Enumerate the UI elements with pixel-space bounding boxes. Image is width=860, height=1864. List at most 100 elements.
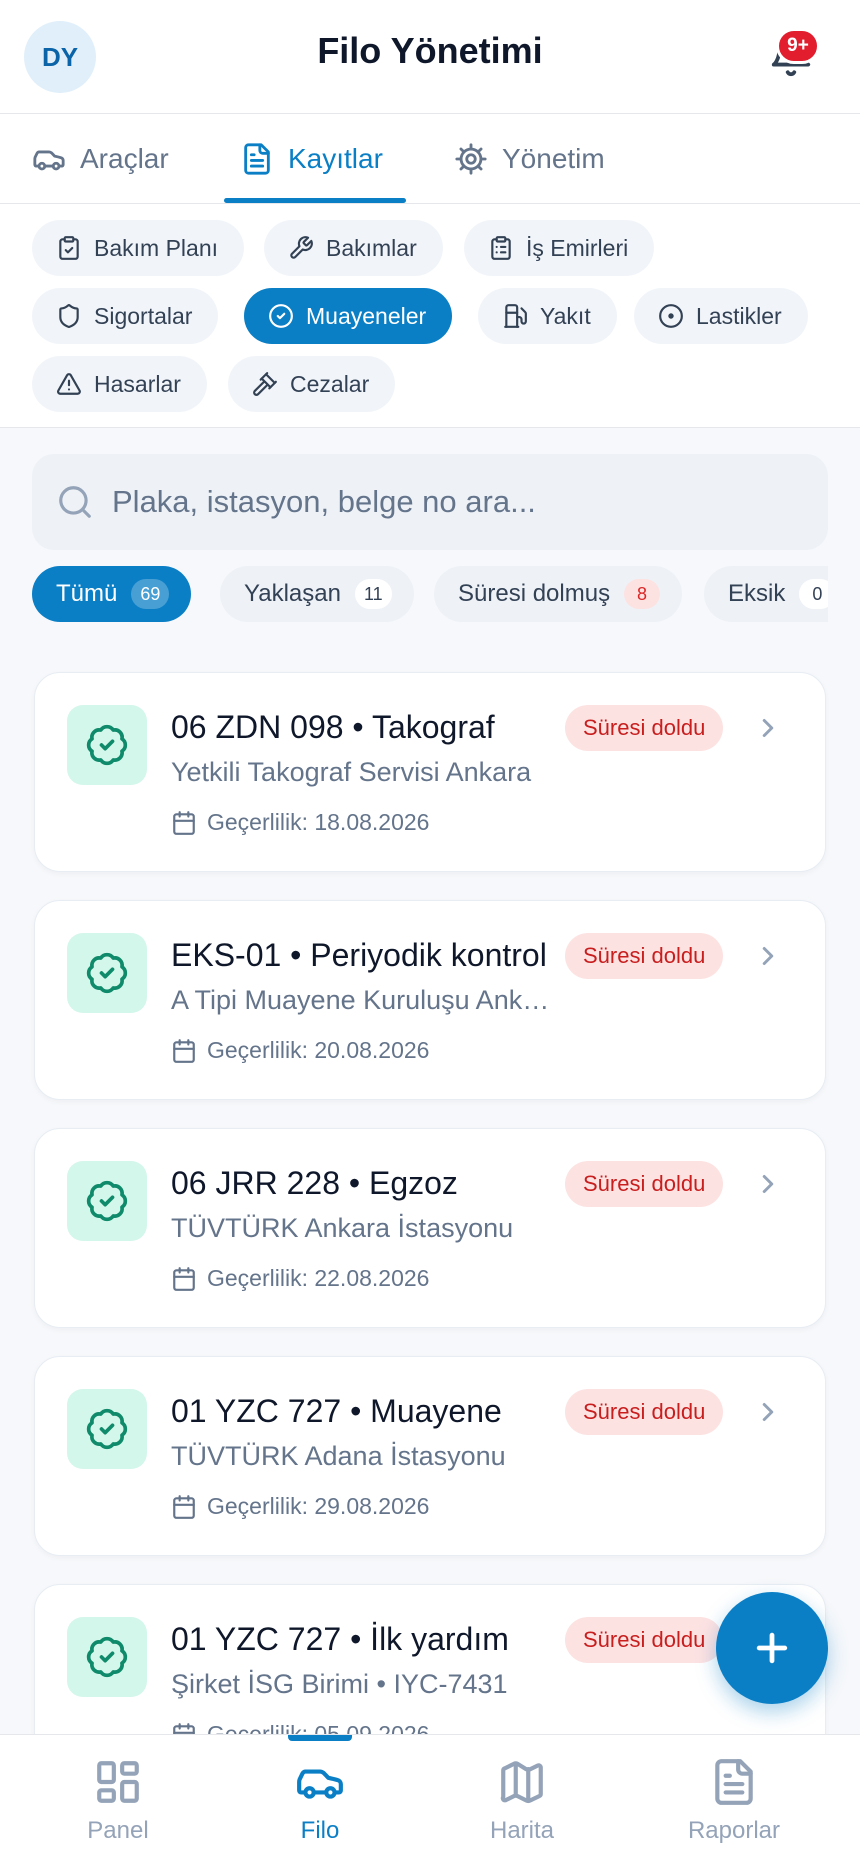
inspection-station: A Tipi Muayene Kuruluşu Ankara bbox=[171, 985, 555, 1015]
filter-count: 0 bbox=[799, 579, 828, 609]
nav-map[interactable]: Harita bbox=[422, 1757, 622, 1845]
list-item[interactable]: 01 YZC 727 • Muayene TÜVTÜRK Adana İstas… bbox=[34, 1356, 826, 1556]
validity-text: Geçerlilik: 29.08.2026 bbox=[207, 1493, 430, 1519]
chip-label: Cezalar bbox=[290, 370, 370, 397]
chevron-right-icon bbox=[762, 947, 774, 965]
active-nav-indicator bbox=[288, 1735, 352, 1741]
inspection-title: 06 ZDN 098 • Takograf bbox=[171, 709, 495, 745]
filter-label: Tümü bbox=[56, 580, 118, 607]
check-circle-icon bbox=[269, 304, 293, 328]
chevron-right-icon bbox=[762, 1403, 774, 1421]
search-input[interactable] bbox=[112, 484, 812, 520]
status-badge: Süresi doldu bbox=[565, 933, 724, 979]
add-record-button[interactable] bbox=[716, 1592, 828, 1704]
filter-label: Süresi dolmuş bbox=[458, 580, 611, 607]
inspection-title: 01 YZC 727 • İlk yardım bbox=[171, 1621, 509, 1657]
chip-label: İş Emirleri bbox=[526, 234, 629, 261]
filter-label: Yaklaşan bbox=[244, 580, 341, 607]
badge-check-icon bbox=[67, 1161, 147, 1241]
tab-label: Kayıtlar bbox=[288, 143, 383, 174]
section-tabs: Araçlar Kayıtlar Yönetim bbox=[0, 114, 860, 204]
car-icon bbox=[33, 150, 65, 171]
chip-damages[interactable]: Hasarlar bbox=[32, 356, 207, 412]
chevron-right-icon bbox=[762, 1175, 774, 1193]
tab-label: Araçlar bbox=[80, 143, 169, 174]
nav-panel[interactable]: Panel bbox=[18, 1757, 218, 1845]
chip-label: Lastikler bbox=[696, 302, 782, 329]
inspection-title: 06 JRR 228 • Egzoz bbox=[171, 1165, 458, 1201]
inspection-validity: Geçerlilik: 20.08.2026 bbox=[171, 1037, 429, 1064]
chip-label: Muayeneler bbox=[306, 302, 427, 329]
inspection-station: Şirket İSG Birimi • IYC-7431 bbox=[171, 1669, 508, 1699]
filter-missing[interactable]: Eksik 0 bbox=[704, 566, 828, 622]
filter-expired[interactable]: Süresi dolmuş 8 bbox=[434, 566, 683, 622]
inspection-validity: Geçerlilik: 18.08.2026 bbox=[171, 809, 429, 836]
calendar-icon bbox=[173, 810, 195, 835]
tire-icon bbox=[659, 304, 683, 328]
tab-vehicles[interactable]: Araçlar bbox=[32, 114, 169, 204]
clipboard-list-icon bbox=[491, 236, 511, 260]
clipboard-check-icon bbox=[59, 236, 79, 260]
chip-maintenance-plan[interactable]: Bakım Planı bbox=[32, 220, 244, 276]
tab-label: Yönetim bbox=[502, 143, 605, 174]
nav-label: Harita bbox=[489, 1817, 555, 1844]
filter-label: Eksik bbox=[728, 580, 786, 607]
calendar-icon bbox=[173, 1038, 195, 1063]
filter-count: 69 bbox=[131, 579, 170, 609]
chip-label: Hasarlar bbox=[94, 370, 181, 397]
chip-label: Bakım Planı bbox=[94, 234, 218, 261]
validity-text: Geçerlilik: 05.09.2026 bbox=[207, 1721, 430, 1734]
warning-icon bbox=[57, 373, 81, 395]
search-icon bbox=[59, 486, 91, 518]
inspection-station: TÜVTÜRK Ankara İstasyonu bbox=[171, 1213, 514, 1243]
validity-text: Geçerlilik: 22.08.2026 bbox=[207, 1265, 430, 1291]
inspection-validity: Geçerlilik: 05.09.2026 bbox=[171, 1721, 429, 1734]
map-icon bbox=[500, 1761, 543, 1804]
nav-label: Filo bbox=[300, 1817, 340, 1844]
chip-work-orders[interactable]: İş Emirleri bbox=[464, 220, 655, 276]
validity-text: Geçerlilik: 20.08.2026 bbox=[207, 1037, 430, 1063]
nav-reports[interactable]: Raporlar bbox=[634, 1757, 834, 1845]
list-item[interactable]: 01 YZC 727 • İlk yardım Şirket İSG Birim… bbox=[34, 1584, 826, 1734]
status-filters: Tümü 69 Yaklaşan 11 Süresi dolmuş 8 Eksi… bbox=[32, 566, 828, 624]
list-item[interactable]: 06 JRR 228 • Egzoz TÜVTÜRK Ankara İstasy… bbox=[34, 1128, 826, 1328]
report-icon bbox=[715, 1759, 753, 1805]
chip-inspections[interactable]: Muayeneler bbox=[244, 288, 453, 344]
chip-fuel[interactable]: Yakıt bbox=[478, 288, 617, 344]
chip-tires[interactable]: Lastikler bbox=[634, 288, 808, 344]
chip-maintenance[interactable]: Bakımlar bbox=[264, 220, 443, 276]
list-item[interactable]: 06 ZDN 098 • Takograf Yetkili Takograf S… bbox=[34, 672, 826, 872]
search-bar bbox=[32, 454, 828, 550]
bottom-navigation: Panel Filo Harita Raporlar bbox=[0, 1734, 860, 1864]
badge-check-icon bbox=[67, 1617, 147, 1697]
inspection-title: 01 YZC 727 • Muayene bbox=[171, 1393, 502, 1429]
status-badge: Süresi doldu bbox=[565, 1161, 724, 1207]
calendar-icon bbox=[173, 1722, 195, 1734]
list-item[interactable]: EKS-01 • Periyodik kontrol A Tipi Muayen… bbox=[34, 900, 826, 1100]
nav-fleet[interactable]: Filo bbox=[220, 1757, 420, 1845]
chip-fines[interactable]: Cezalar bbox=[228, 356, 396, 412]
document-icon bbox=[244, 143, 270, 175]
tab-records[interactable]: Kayıtlar bbox=[240, 114, 383, 204]
calendar-icon bbox=[173, 1266, 195, 1291]
validity-text: Geçerlilik: 18.08.2026 bbox=[207, 809, 430, 835]
plus-icon bbox=[756, 1632, 788, 1664]
chip-insurance[interactable]: Sigortalar bbox=[32, 288, 219, 344]
inspection-validity: Geçerlilik: 22.08.2026 bbox=[171, 1265, 429, 1292]
gear-icon bbox=[455, 143, 487, 175]
active-tab-indicator bbox=[224, 198, 406, 203]
chip-label: Sigortalar bbox=[94, 302, 193, 329]
grid-icon bbox=[97, 1761, 139, 1803]
tab-management[interactable]: Yönetim bbox=[454, 114, 605, 204]
inspection-title: EKS-01 • Periyodik kontrol bbox=[171, 937, 547, 973]
nav-label: Raporlar bbox=[687, 1817, 781, 1844]
filter-all[interactable]: Tümü 69 bbox=[32, 566, 192, 622]
car-icon bbox=[297, 1769, 343, 1799]
page-title: Filo Yönetimi bbox=[317, 30, 543, 71]
filter-upcoming[interactable]: Yaklaşan 11 bbox=[220, 566, 414, 622]
status-badge: Süresi doldu bbox=[565, 1389, 724, 1435]
category-chips: Bakım Planı Bakımlar İş Emirleri Sigorta… bbox=[0, 204, 860, 428]
inspection-validity: Geçerlilik: 29.08.2026 bbox=[171, 1493, 429, 1520]
status-badge: Süresi doldu bbox=[565, 705, 724, 751]
inspection-station: Yetkili Takograf Servisi Ankara bbox=[171, 757, 532, 787]
